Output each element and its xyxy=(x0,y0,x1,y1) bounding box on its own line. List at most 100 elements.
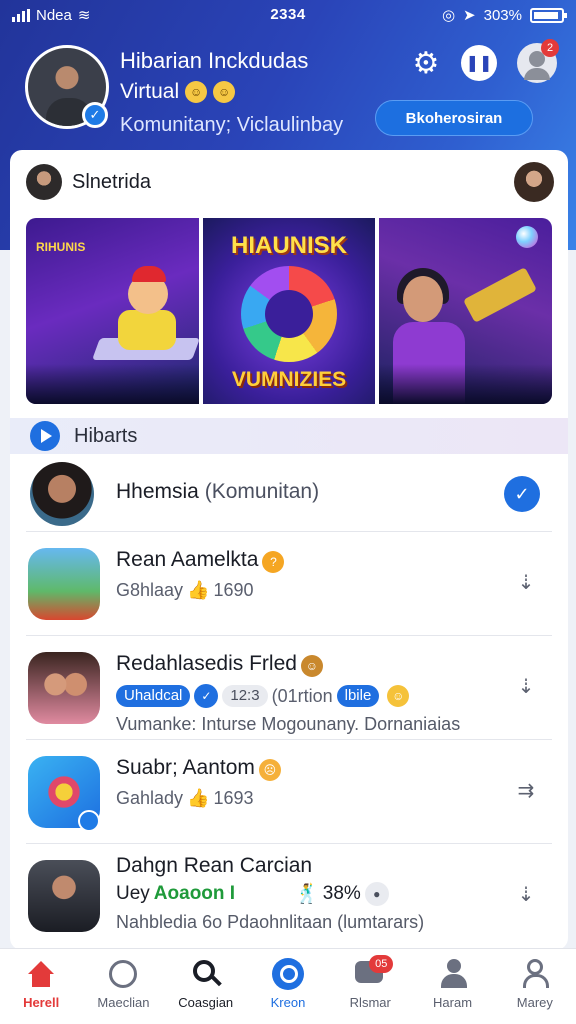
explore-icon xyxy=(271,957,305,991)
rotation-lock-icon: ◎ xyxy=(441,7,456,24)
list-item-meta: G8hlaay 👍 1690 xyxy=(116,580,254,600)
thumbs-up-icon: 👍 xyxy=(187,580,210,600)
banner-subtitle: VUMNIZIES xyxy=(231,368,347,391)
primary-action-button[interactable]: Bkoherosiran xyxy=(375,100,533,136)
disco-ball-icon xyxy=(516,226,539,248)
emoji-icon: ☹ xyxy=(258,759,281,781)
more-options-icon[interactable]: ⇣ xyxy=(508,570,544,598)
status-bar: Ndea ≋ 2334 ◎ ➤ 303% xyxy=(0,0,576,30)
community-list: Hhemsia (Komunitan) ✓ Rean Aamelkta? G8h… xyxy=(10,456,568,948)
avatar xyxy=(30,462,94,526)
nav-explore[interactable]: Kreon xyxy=(247,949,329,1024)
feed-card: Slnetrida RIHUNIS HIAUNISK VUMNIZIES Hib… xyxy=(10,150,568,950)
nav-messages[interactable]: 05 Rlsmar xyxy=(329,949,411,1024)
smiley-icon xyxy=(106,957,140,991)
list-item-description: Vumanke: Inturse Mogounany. Dornaniaias xyxy=(116,714,461,734)
section-label: Hibarts xyxy=(74,425,138,447)
banner-panel-skater: RIHUNIS xyxy=(26,218,199,404)
bottom-navigation: Herell Maeclian Coasgian Kreon 05 Rlsmar… xyxy=(0,948,576,1024)
list-item-meta: Uey Aoaoon I 🕺 38% ● xyxy=(116,882,389,906)
emoji-icon: ☺ xyxy=(387,685,410,707)
avatar xyxy=(28,860,100,932)
person-icon xyxy=(436,957,470,991)
verified-badge-icon: ✓ xyxy=(82,102,108,128)
colorful-ring-graphic xyxy=(240,266,337,362)
list-item-tags: Uhaldcal ✓ 12:3 (01rtion lbile ☺ xyxy=(116,684,410,708)
emoji-icon: ? xyxy=(262,551,285,573)
emoji-icon: ☺ xyxy=(300,655,323,677)
mic-icon: ● xyxy=(364,882,389,906)
list-item[interactable]: Rean Aamelkta? G8hlaay 👍 1690 ⇣ xyxy=(26,532,552,636)
time-chip: 12:3 xyxy=(222,685,268,707)
banner-panel-performer xyxy=(379,218,552,404)
message-badge: 05 xyxy=(369,955,394,973)
trophy-icon xyxy=(463,267,538,323)
feed-author-name[interactable]: Slnetrida xyxy=(72,171,151,194)
verified-icon: ✓ xyxy=(194,684,219,708)
list-item-meta: (01rtion xyxy=(271,685,333,706)
nav-media[interactable]: Maeclian xyxy=(82,949,164,1024)
chat-icon: 05 xyxy=(353,955,394,991)
nav-label: Haram xyxy=(433,995,473,1010)
nav-search[interactable]: Coasgian xyxy=(165,949,247,1024)
avatar xyxy=(28,548,100,620)
notification-badge: 2 xyxy=(541,39,559,57)
nav-profile[interactable]: Marey xyxy=(494,949,576,1024)
list-item[interactable]: Redahlasedis Frled ☺ Uhaldcal ✓ 12:3 (01r… xyxy=(26,636,552,740)
profile-outline-icon xyxy=(518,957,552,991)
more-options-icon[interactable]: ⇣ xyxy=(508,882,544,910)
emoji-icon: ☺ xyxy=(185,81,208,103)
author-avatar[interactable] xyxy=(26,164,62,200)
avatar xyxy=(28,652,100,724)
like-count: 1693 xyxy=(213,788,254,808)
list-item-title: Hhemsia (Komunitan) xyxy=(116,480,320,503)
tag-chip[interactable]: Uhaldcal xyxy=(116,685,191,707)
profile-community: Komunitany; Viclaulinbay xyxy=(120,114,344,136)
thumbs-up-icon: 👍 xyxy=(187,788,210,808)
list-item[interactable]: Suabr; Aantom ☹ Gahlady 👍 1693 ⇉ xyxy=(26,740,552,844)
viewer-avatar[interactable] xyxy=(514,162,554,202)
nav-label: Rlsmar xyxy=(349,995,391,1010)
battery-percent: 303% xyxy=(483,6,522,24)
section-header: Hibarts xyxy=(10,418,568,454)
settings-gear-icon[interactable]: ⚙ xyxy=(408,45,444,81)
nav-label: Herell xyxy=(23,995,60,1010)
account-avatar-button[interactable]: 2 xyxy=(517,39,559,83)
play-icon[interactable] xyxy=(30,421,60,451)
dancer-icon: 🕺 xyxy=(295,884,319,905)
like-count: 1690 xyxy=(213,580,254,600)
list-item[interactable]: Hhemsia (Komunitan) ✓ xyxy=(26,456,552,532)
list-item-title: Redahlasedis Frled ☺ xyxy=(116,652,323,677)
nav-label: Coasgian xyxy=(178,995,234,1010)
profile-subtitle: Virtual xyxy=(120,80,180,103)
banner-panel-label: RIHUNIS xyxy=(36,240,86,254)
tag-chip[interactable]: lbile xyxy=(336,685,380,707)
profile-name: Hibarian Inckdudas xyxy=(120,48,309,73)
search-icon xyxy=(189,957,223,991)
list-item-description: Nahbledia 6o Pdaohnlitaan (lumtarars) xyxy=(116,912,425,932)
list-item-title: Suabr; Aantom ☹ xyxy=(116,756,281,781)
check-icon[interactable]: ✓ xyxy=(504,476,540,512)
home-icon xyxy=(24,957,58,991)
pause-button[interactable]: ❚❚ xyxy=(461,45,497,81)
nav-friends[interactable]: Haram xyxy=(411,949,493,1024)
location-icon: ➤ xyxy=(463,7,476,24)
more-options-icon[interactable]: ⇣ xyxy=(508,674,544,702)
list-item-title: Rean Aamelkta? xyxy=(116,548,285,573)
battery-icon xyxy=(530,7,567,23)
nav-home[interactable]: Herell xyxy=(0,949,82,1024)
featured-banner[interactable]: RIHUNIS HIAUNISK VUMNIZIES xyxy=(26,218,552,404)
status-tag: Aoaoon I xyxy=(153,883,236,904)
nav-label: Marey xyxy=(516,995,553,1010)
verified-badge-icon xyxy=(78,810,100,832)
percent-value: 38% xyxy=(322,883,361,904)
share-icon[interactable]: ⇉ xyxy=(508,778,544,806)
profile-subtitle-row: Virtual ☺ ☺ xyxy=(120,80,236,104)
banner-title: HIAUNISK xyxy=(231,232,348,259)
nav-label: Kreon xyxy=(270,995,306,1010)
emoji-icon: ☺ xyxy=(213,81,236,103)
nav-label: Maeclian xyxy=(97,995,150,1010)
list-item[interactable]: Dahgn Rean Carcian Uey Aoaoon I 🕺 38% ● … xyxy=(26,844,552,948)
banner-panel-title: HIAUNISK VUMNIZIES xyxy=(202,218,376,404)
list-item-meta: Gahlady 👍 1693 xyxy=(116,788,254,808)
